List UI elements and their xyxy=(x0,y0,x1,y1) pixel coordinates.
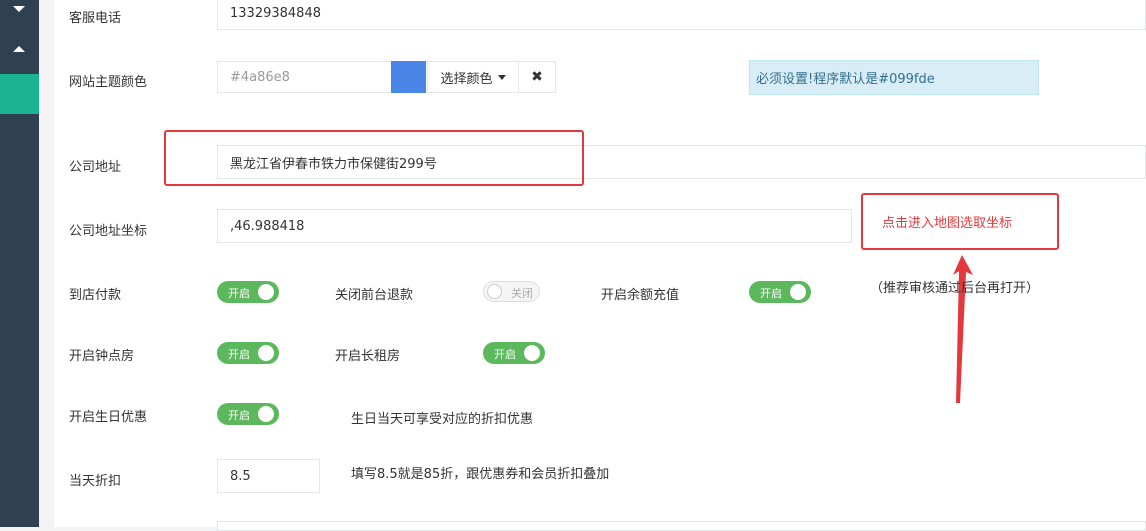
chevron-down-icon xyxy=(13,6,25,12)
theme-color-placeholder: #4a86e8 xyxy=(230,69,290,85)
address-highlight-box xyxy=(164,130,584,186)
address-label: 公司地址 xyxy=(69,160,122,175)
toggle-state: 开启 xyxy=(494,348,516,361)
theme-color-field[interactable]: #4a86e8 xyxy=(217,61,392,93)
balance-recharge-hint: （推荐审核通过后台再打开） xyxy=(870,281,1040,296)
long-rent-label: 开启长租房 xyxy=(335,349,401,364)
birthday-toggle[interactable]: 开启 xyxy=(217,403,279,425)
discount-field[interactable]: 8.5 xyxy=(217,459,320,493)
toggle-state: 关闭 xyxy=(511,287,533,300)
toggle-state: 开启 xyxy=(228,287,250,300)
long-rent-toggle[interactable]: 开启 xyxy=(483,342,545,364)
pay-at-store-toggle[interactable]: 开启 xyxy=(217,281,279,303)
discount-hint: 填写8.5就是85折，跟优惠券和会员折扣叠加 xyxy=(351,467,610,482)
discount-label: 当天折扣 xyxy=(69,474,122,489)
chevron-up-icon xyxy=(13,46,25,52)
collapse-down-button[interactable] xyxy=(0,0,39,34)
toggle-state: 开启 xyxy=(760,287,782,300)
toggle-knob xyxy=(524,345,540,361)
hourly-room-label: 开启钟点房 xyxy=(69,349,135,364)
sidebar-active-item[interactable] xyxy=(0,74,39,114)
close-refund-toggle[interactable]: 关闭 xyxy=(483,281,540,302)
coords-label: 公司地址坐标 xyxy=(69,224,148,239)
pay-at-store-label: 到店付款 xyxy=(69,288,122,303)
next-field[interactable] xyxy=(217,521,1146,531)
close-icon: ✖ xyxy=(531,69,543,85)
color-swatch[interactable] xyxy=(391,61,426,93)
collapse-up-button[interactable] xyxy=(0,34,39,72)
discount-value: 8.5 xyxy=(230,468,251,484)
theme-color-label: 网站主题颜色 xyxy=(69,75,148,90)
pick-color-button[interactable]: 选择颜色 xyxy=(427,61,519,93)
balance-recharge-toggle[interactable]: 开启 xyxy=(749,281,811,303)
close-refund-label: 关闭前台退款 xyxy=(335,288,414,303)
phone-field[interactable]: 13329384848 xyxy=(217,0,1146,30)
hourly-room-toggle[interactable]: 开启 xyxy=(217,342,279,364)
birthday-hint: 生日当天可享受对应的折扣优惠 xyxy=(351,412,534,427)
sidebar xyxy=(0,0,39,527)
toggle-state: 开启 xyxy=(228,348,250,361)
toggle-knob xyxy=(258,406,274,422)
pick-color-label: 选择颜色 xyxy=(440,71,493,87)
balance-recharge-label: 开启余额充值 xyxy=(601,288,680,303)
toggle-state: 开启 xyxy=(228,409,250,422)
clear-color-button[interactable]: ✖ xyxy=(518,61,556,93)
toggle-knob xyxy=(258,284,274,300)
toggle-knob xyxy=(258,345,274,361)
toggle-knob xyxy=(487,284,502,299)
phone-label: 客服电话 xyxy=(69,11,122,26)
coords-value: ,46.988418 xyxy=(230,218,305,234)
coords-field[interactable]: ,46.988418 xyxy=(217,209,852,243)
caret-down-icon xyxy=(497,74,506,80)
phone-value: 13329384848 xyxy=(230,5,321,21)
theme-color-alert: 必须设置!程序默认是#099fde xyxy=(749,60,1039,95)
toggle-knob xyxy=(790,284,806,300)
birthday-label: 开启生日优惠 xyxy=(69,410,148,425)
map-pick-link[interactable]: 点击进入地图选取坐标 xyxy=(882,212,1012,231)
